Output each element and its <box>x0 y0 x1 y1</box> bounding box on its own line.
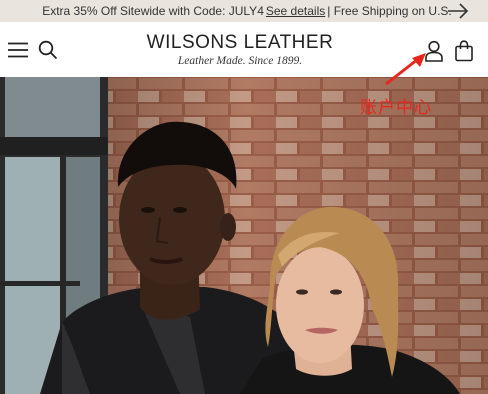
see-details-link[interactable]: See details <box>266 4 325 18</box>
site-logo[interactable]: WILSONS LEATHER Leather Made. Since 1899… <box>130 32 350 67</box>
promo-shipping-text: | Free Shipping on U.S. <box>327 4 452 18</box>
annotation-arrow-icon <box>385 53 426 86</box>
logo-title: WILSONS LEATHER <box>146 32 334 53</box>
shopping-bag-icon[interactable] <box>454 40 474 62</box>
promo-text: Extra 35% Off Sitewide with Code: JULY4 <box>42 4 264 18</box>
promo-banner: Extra 35% Off Sitewide with Code: JULY4 … <box>0 0 488 22</box>
hero-image[interactable] <box>0 77 488 394</box>
hamburger-menu-icon[interactable] <box>8 42 28 58</box>
search-icon[interactable] <box>38 40 58 60</box>
arrow-right-icon[interactable] <box>446 2 470 20</box>
annotation-label: 账户中心 <box>360 98 432 118</box>
hero-photo <box>0 77 488 394</box>
logo-tagline: Leather Made. Since 1899. <box>177 55 303 67</box>
